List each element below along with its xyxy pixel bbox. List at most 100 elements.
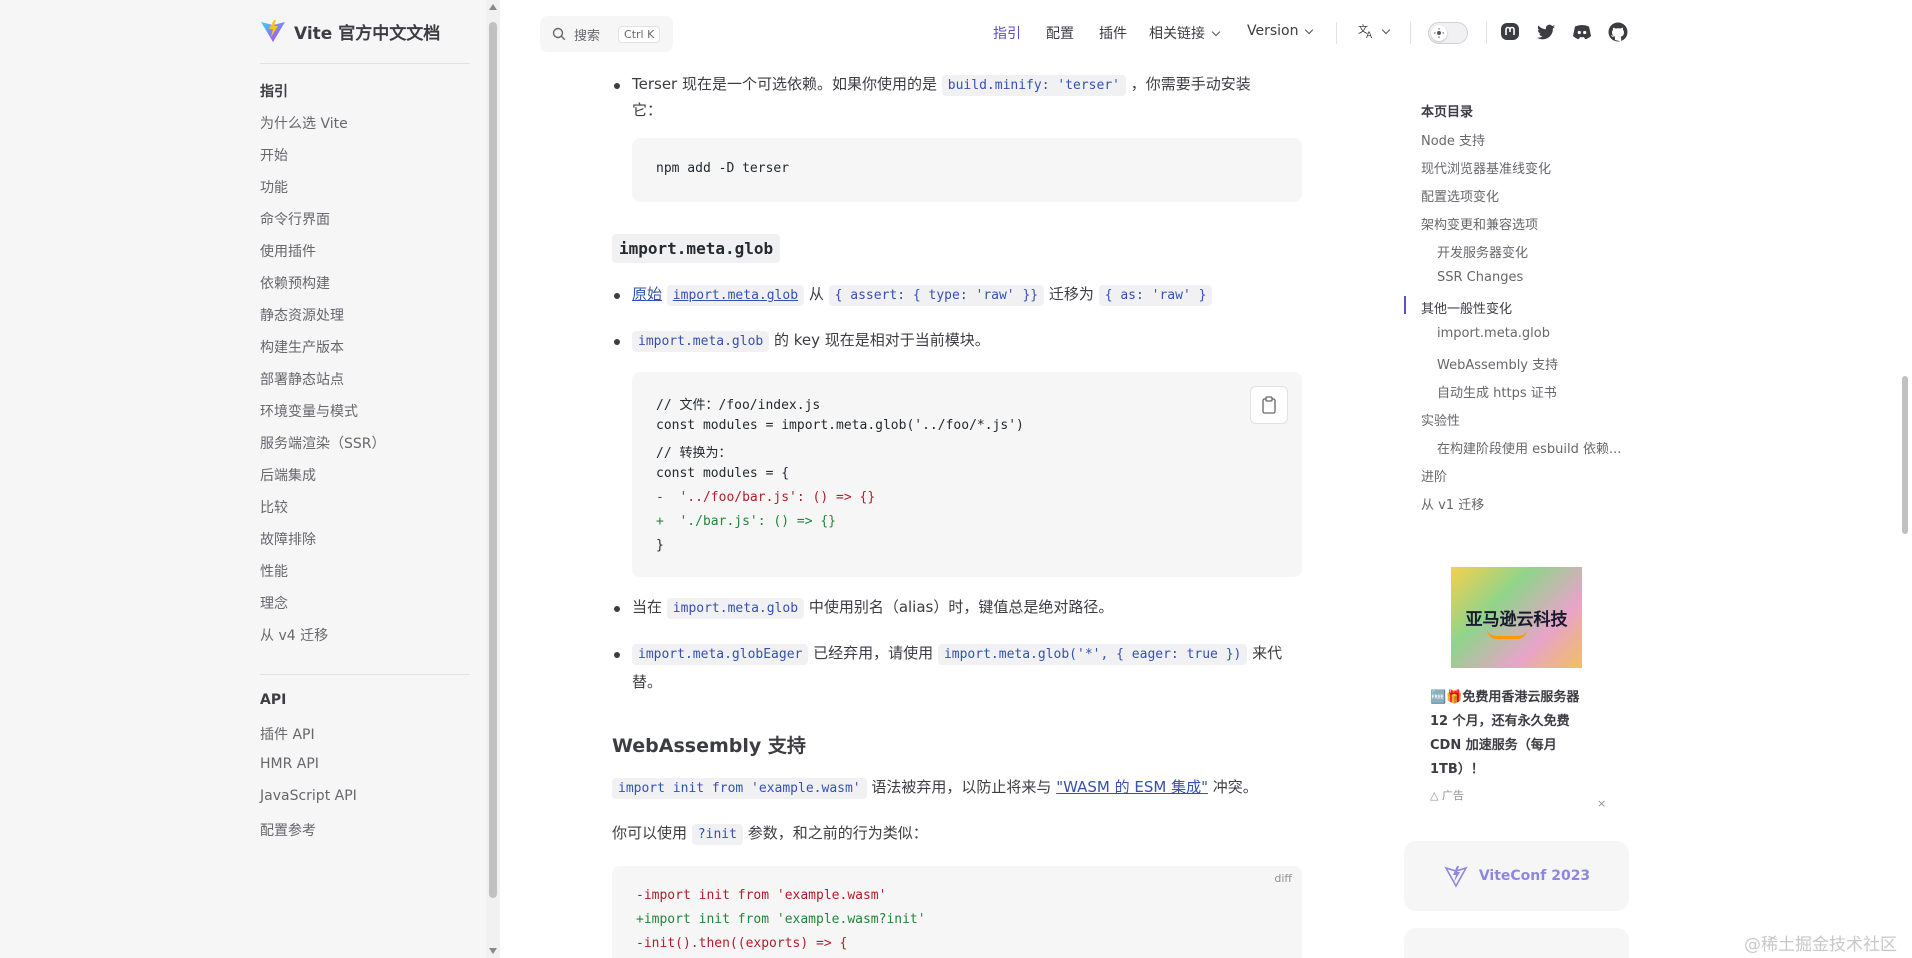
nav-config[interactable]: 配置 <box>1046 23 1074 43</box>
outline-item[interactable]: 配置选项变化 <box>1421 186 1499 205</box>
sidebar-scrollbar[interactable] <box>486 0 500 958</box>
bullet-dot <box>614 293 620 299</box>
brand-title: Vite 官方中文文档 <box>294 23 441 44</box>
sidebar-item-javascript-api[interactable]: JavaScript API <box>260 788 357 804</box>
github-icon[interactable] <box>1607 21 1629 43</box>
sidebar-item-cli[interactable]: 命令行界面 <box>260 209 330 229</box>
original-link[interactable]: 原始 <box>632 285 662 303</box>
init-text: 参数，和之前的行为类似： <box>747 824 928 842</box>
sidebar-item-performance[interactable]: 性能 <box>260 561 288 581</box>
glob-bullet-4-line2: 替。 <box>632 673 663 691</box>
copy-code-button[interactable] <box>1250 386 1288 424</box>
ad-image[interactable]: 亚马逊云科技 <box>1451 567 1582 668</box>
sidebar-item-migration[interactable]: 从 v4 迁移 <box>260 625 328 645</box>
inline-code: { assert: { type: 'raw' }} <box>828 285 1045 306</box>
outline-item[interactable]: 在构建阶段使用 esbuild 依赖... <box>1437 438 1621 457</box>
twitter-icon[interactable] <box>1535 21 1557 43</box>
viteconf-banner[interactable]: ViteConf 2023 <box>1404 841 1629 911</box>
translate-icon: 文 A <box>1358 23 1373 40</box>
sidebar-divider <box>260 63 470 64</box>
sidebar-item-env-and-mode[interactable]: 环境变量与模式 <box>260 401 358 421</box>
glob-bullet-text: 中使用别名（alias）时，键值总是绝对路径。 <box>808 598 1114 616</box>
sidebar-item-static-deploy[interactable]: 部署静态站点 <box>260 369 344 389</box>
glob-bullet-text: 迁移为 <box>1048 285 1094 303</box>
sidebar-item-assets[interactable]: 静态资源处理 <box>260 305 344 325</box>
ad-text-line[interactable]: 🆓🎁免费用香港云服务器 <box>1430 686 1579 705</box>
glob-bullet-3: 当在 import.meta.glob 中使用别名（alias）时，键值总是绝对… <box>632 594 1113 622</box>
bullet-dot <box>614 606 620 612</box>
sidebar-item-features[interactable]: 功能 <box>260 177 288 197</box>
outline-item[interactable]: SSR Changes <box>1437 270 1523 285</box>
sidebar-item-troubleshooting[interactable]: 故障排除 <box>260 529 316 549</box>
sidebar-item-config-reference[interactable]: 配置参考 <box>260 820 316 840</box>
chevron-down-icon <box>1305 25 1314 34</box>
scroll-down-arrow-icon[interactable] <box>489 948 497 954</box>
outline-item[interactable]: 现代浏览器基准线变化 <box>1421 158 1551 177</box>
wasm-esm-integration-link[interactable]: "WASM 的 ESM 集成" <box>1056 778 1208 796</box>
bullet-dot <box>614 83 620 89</box>
discord-icon[interactable] <box>1571 21 1593 43</box>
nav-guide[interactable]: 指引 <box>993 23 1021 43</box>
sidebar-group-title-api[interactable]: API <box>260 692 286 708</box>
nav-divider <box>1336 22 1337 44</box>
language-dropdown[interactable]: 文 A <box>1357 22 1391 40</box>
terser-note-text-tail: ，你需要手动安装 <box>1130 75 1251 93</box>
terser-note-line1: Terser 现在是一个可选依赖。如果你使用的是 build.minify: '… <box>632 71 1251 99</box>
bullet-dot <box>614 339 620 345</box>
outline-item[interactable]: 架构变更和兼容选项 <box>1421 214 1538 233</box>
outline-item[interactable]: WebAssembly 支持 <box>1437 354 1558 373</box>
sidebar-group-title-guide[interactable]: 指引 <box>260 81 288 101</box>
ad-close-button[interactable]: × <box>1597 797 1606 810</box>
glob-bullet-text: 的 key 现在是相对于当前模块。 <box>774 331 990 349</box>
page-scroll-thumb[interactable] <box>1902 376 1908 534</box>
ad-text-line[interactable]: 12 个月，还有永久免费 <box>1430 710 1570 729</box>
outline-item[interactable]: 实验性 <box>1421 410 1460 429</box>
outline-item-active[interactable]: 其他一般性变化 <box>1421 298 1512 317</box>
sidebar-item-dep-pre-bundling[interactable]: 依赖预构建 <box>260 273 330 293</box>
page-scrollbar[interactable] <box>1898 0 1912 958</box>
nav-resources-dropdown[interactable]: 相关链接 <box>1149 23 1221 43</box>
outline-item[interactable]: 进阶 <box>1421 466 1447 485</box>
sidebar-item-philosophy[interactable]: 理念 <box>260 593 288 613</box>
inline-code-link[interactable]: import.meta.glob <box>666 285 805 306</box>
sidebar-item-comparisons[interactable]: 比较 <box>260 497 288 517</box>
inline-code: ?init <box>691 824 743 845</box>
sidebar-item-plugin-api[interactable]: 插件 API <box>260 724 315 744</box>
sidebar-item-why-vite[interactable]: 为什么选 Vite <box>260 113 348 133</box>
nav-plugins[interactable]: 插件 <box>1099 23 1127 43</box>
theme-toggle-switch[interactable] <box>1428 22 1468 44</box>
code-line-added: + './bar.js': () => {} <box>656 514 837 529</box>
glob-bullet-4: import.meta.globEager 已经弃用，请使用 import.me… <box>632 640 1282 668</box>
vite-logo-icon <box>261 20 285 42</box>
code-line-added: +import init from 'example.wasm?init' <box>636 912 926 927</box>
nav-divider <box>1486 22 1487 44</box>
sun-icon <box>1431 25 1447 41</box>
sponsor-card[interactable] <box>1404 928 1629 958</box>
viteconf-logo-icon <box>1444 866 1468 888</box>
sidebar-item-backend[interactable]: 后端集成 <box>260 465 316 485</box>
inline-code: import.meta.glob <box>666 598 805 619</box>
sidebar-item-hmr-api[interactable]: HMR API <box>260 756 319 772</box>
scroll-up-arrow-icon[interactable] <box>489 4 497 10</box>
terser-note-text: Terser 现在是一个可选依赖。如果你使用的是 <box>632 75 937 93</box>
outline-item[interactable]: 开发服务器变化 <box>1437 242 1528 261</box>
clipboard-icon <box>1262 396 1276 414</box>
sidebar-item-ssr[interactable]: 服务端渲染（SSR） <box>260 433 386 453</box>
search-button[interactable]: 搜索 Ctrl K <box>540 16 673 52</box>
sidebar-item-getting-started[interactable]: 开始 <box>260 145 288 165</box>
glob-bullet-text: 已经弃用，请使用 <box>813 644 934 662</box>
nav-version-label: Version <box>1247 23 1299 39</box>
nav-version-dropdown[interactable]: Version <box>1247 23 1314 39</box>
outline-item[interactable]: 从 v1 迁移 <box>1421 494 1484 513</box>
outline-item[interactable]: import.meta.glob <box>1437 326 1550 341</box>
mastodon-icon[interactable] <box>1499 21 1521 43</box>
brand[interactable]: Vite 官方中文文档 <box>260 18 440 44</box>
outline-item[interactable]: Node 支持 <box>1421 130 1485 149</box>
sidebar-item-build[interactable]: 构建生产版本 <box>260 337 344 357</box>
sidebar-item-using-plugins[interactable]: 使用插件 <box>260 241 316 261</box>
ad-text-line[interactable]: 1TB）！ <box>1430 758 1484 777</box>
outline-item[interactable]: 自动生成 https 证书 <box>1437 382 1557 401</box>
ad-text-line[interactable]: CDN 加速服务（每月 <box>1430 734 1557 753</box>
code-line: // 转换为： <box>656 446 732 461</box>
sidebar-scroll-thumb[interactable] <box>489 22 497 898</box>
